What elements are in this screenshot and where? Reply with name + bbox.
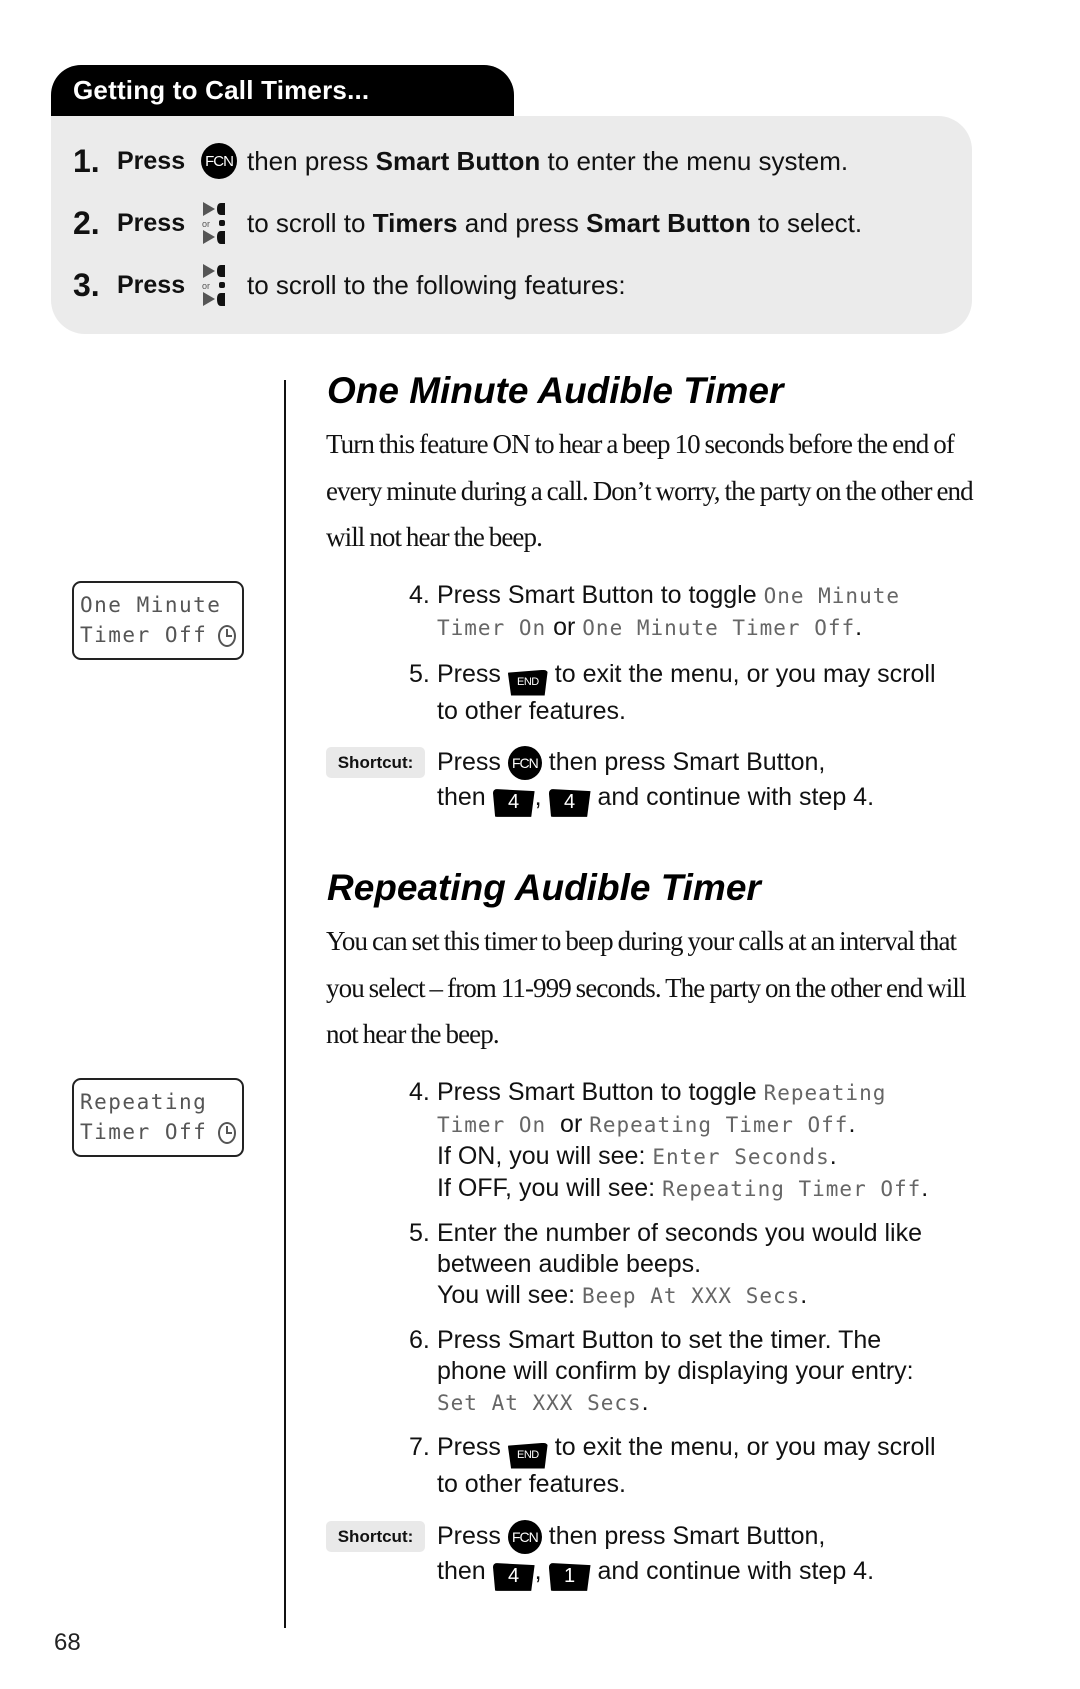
lcd-text: Beep At XXX Secs xyxy=(582,1284,801,1308)
step-number: 5. xyxy=(409,1219,430,1247)
key-4-icon: 4 xyxy=(548,788,591,817)
section-description: Turn this feature ON to hear a beep 10 s… xyxy=(326,429,974,552)
getting-step-2: 2. Press or to scroll to Timers and pres… xyxy=(73,202,863,244)
end-key-icon: END xyxy=(507,1442,548,1469)
lcd-text: Repeating Timer Off xyxy=(662,1177,922,1201)
getting-step-3: 3. Press or to scroll to the following f… xyxy=(73,264,626,306)
step-number: 2. xyxy=(73,204,100,241)
shortcut-badge: Shortcut: xyxy=(326,1521,425,1552)
clock-icon xyxy=(218,1122,236,1144)
lcd-text: Repeating Timer Off xyxy=(589,1113,849,1137)
lcd-text: One Minute Timer Off xyxy=(582,616,856,640)
press-label: Press xyxy=(117,208,186,237)
section-description: You can set this timer to beep during yo… xyxy=(326,926,966,1049)
key-1-icon: 1 xyxy=(548,1562,591,1591)
step-number: 5. xyxy=(409,660,430,688)
lcd-text: One Minute xyxy=(763,584,900,608)
step-4: 4. Press Smart Button to toggle One Minu… xyxy=(409,581,900,641)
column-divider xyxy=(284,380,286,1628)
step-number: 4. xyxy=(409,581,430,609)
fcn-key-icon: FCN xyxy=(507,1520,542,1555)
shortcut-badge: Shortcut: xyxy=(326,747,425,778)
getting-step-1: 1. Press FCN then press Smart Button to … xyxy=(73,141,848,181)
fcn-key-icon: FCN xyxy=(507,746,542,781)
scroll-keys-icon: or xyxy=(202,264,225,306)
shortcut-text: Press FCN then press Smart Button, then … xyxy=(437,745,874,817)
step-4: 4. Press Smart Button to toggle Repeatin… xyxy=(409,1078,929,1202)
lcd-text: Timer On xyxy=(437,1113,547,1137)
page-number: 68 xyxy=(54,1629,81,1656)
lcd-line-1: Repeating xyxy=(80,1090,208,1114)
step-number: 7. xyxy=(409,1433,430,1461)
lcd-line-2: Timer Off xyxy=(80,1120,208,1144)
shortcut-text: Press FCN then press Smart Button, then … xyxy=(437,1519,874,1591)
svg-text:or: or xyxy=(202,219,210,229)
section-header-title: Getting to Call Timers... xyxy=(73,75,370,105)
section-title-repeating: Repeating Audible Timer xyxy=(327,867,761,908)
section-header-tab: Getting to Call Timers... xyxy=(51,65,514,118)
lcd-display-one-minute: One Minute Timer Off xyxy=(72,581,244,660)
fcn-key-icon: FCN xyxy=(201,143,237,179)
svg-text:or: or xyxy=(202,281,210,291)
section-title-one-minute: One Minute Audible Timer xyxy=(327,370,784,411)
step-5: 5. Enter the number of seconds you would… xyxy=(409,1219,922,1309)
getting-started-box: 1. Press FCN then press Smart Button to … xyxy=(51,116,972,334)
step-5: 5. Press END to exit the menu, or you ma… xyxy=(409,660,936,725)
lcd-text: Set At XXX Secs xyxy=(437,1391,642,1415)
lcd-text: Repeating xyxy=(763,1081,887,1105)
lcd-line-1: One Minute xyxy=(80,593,222,617)
step-text: to scroll to Timers and press Smart Butt… xyxy=(247,207,863,238)
end-key-icon: END xyxy=(507,669,548,696)
clock-icon xyxy=(218,625,236,647)
step-text: then press Smart Button to enter the men… xyxy=(247,145,849,176)
step-7: 7. Press END to exit the menu, or you ma… xyxy=(409,1433,936,1498)
key-4-icon: 4 xyxy=(492,1562,535,1591)
lcd-display-repeating: Repeating Timer Off xyxy=(72,1078,244,1157)
lcd-line-2: Timer Off xyxy=(80,623,208,647)
lcd-text: Enter Seconds xyxy=(652,1145,830,1169)
press-label: Press xyxy=(117,270,186,299)
lcd-text: Timer On xyxy=(437,616,547,640)
step-number: 3. xyxy=(73,266,100,303)
step-number: 1. xyxy=(73,142,100,179)
press-label: Press xyxy=(117,146,186,175)
key-4-icon: 4 xyxy=(492,788,535,817)
step-number: 4. xyxy=(409,1078,430,1106)
scroll-keys-icon: or xyxy=(202,202,225,244)
step-text: to scroll to the following features: xyxy=(247,269,626,300)
step-6: 6. Press Smart Button to set the timer. … xyxy=(409,1326,914,1416)
step-number: 6. xyxy=(409,1326,430,1354)
